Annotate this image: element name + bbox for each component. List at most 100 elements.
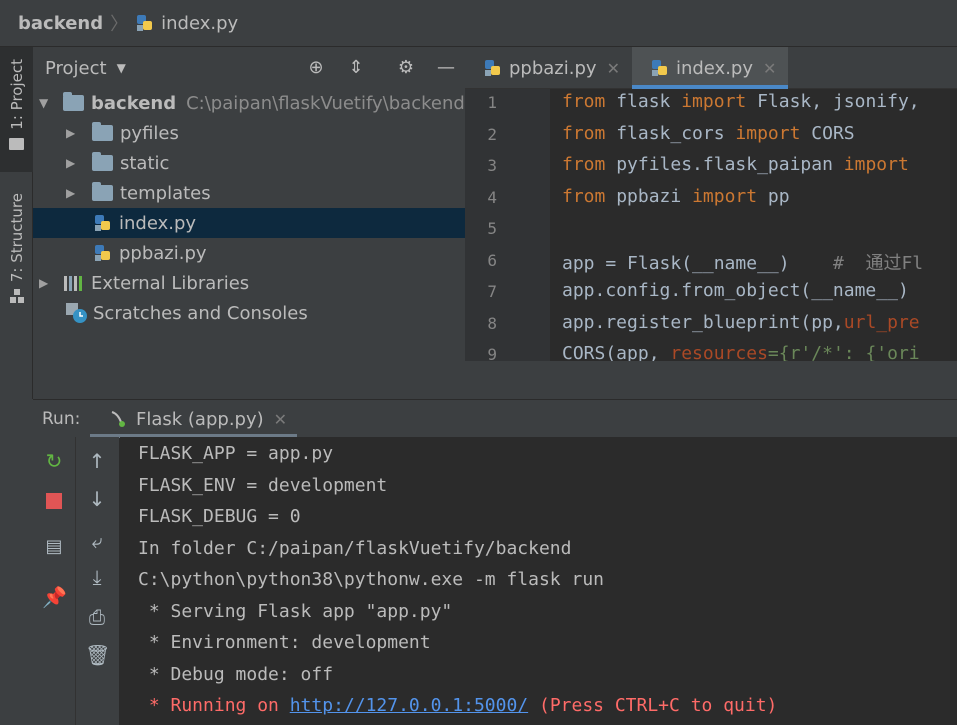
breadcrumb-root[interactable]: backend <box>18 13 103 34</box>
tree-item-scratches[interactable]: Scratches and Consoles <box>33 298 465 328</box>
print-icon[interactable]: ⎙ <box>85 605 109 629</box>
layout-icon[interactable]: ▤ <box>42 535 66 559</box>
run-label: Run: <box>42 408 81 429</box>
console-line: FLASK_DEBUG = 0 <box>138 506 301 527</box>
close-icon[interactable]: ✕ <box>274 410 287 429</box>
code-line: CORS(app, resources={r'/*': {'ori <box>562 343 920 361</box>
tree-item-index-py[interactable]: index.py <box>33 208 465 238</box>
gear-icon[interactable]: ⚙ <box>395 57 417 79</box>
tree-item-label: static <box>120 152 170 174</box>
python-file-icon <box>651 60 667 76</box>
code-line: from flask import Flask, jsonify, <box>562 91 920 112</box>
tree-item-backend[interactable]: ▼ backend C:\paipan\flaskVuetify\backend <box>33 88 465 118</box>
folder-icon <box>63 92 84 111</box>
line-number: 9 <box>487 345 497 361</box>
run-console-output[interactable]: FLASK_APP = app.py FLASK_ENV = developme… <box>120 437 957 725</box>
collapse-all-icon[interactable]: ⇕ <box>345 57 367 79</box>
project-tool-tab[interactable]: 1: Project <box>0 47 33 172</box>
line-number: 7 <box>487 282 497 301</box>
arrow-down-icon[interactable]: ↓ <box>85 487 109 511</box>
python-file-icon <box>485 60 500 76</box>
code-editor[interactable]: 1 2 3 4 5 6 7 8 9 from flask import Flas… <box>465 89 957 361</box>
run-tab-flask[interactable]: Flask (app.py) ✕ <box>90 400 297 438</box>
locate-icon[interactable]: ⊕ <box>305 57 327 79</box>
console-line-running: * Running on http://127.0.0.1:5000/ (Pre… <box>138 695 778 716</box>
tree-item-templates[interactable]: ▶ templates <box>33 178 465 208</box>
tree-item-label: backend <box>91 92 177 114</box>
tree-item-label: index.py <box>119 212 197 234</box>
console-line: * Serving Flask app "app.py" <box>138 601 453 622</box>
project-panel: Project ▼ ⊕ ⇕ ⚙ — ▼ backend C:\paipan\fl… <box>33 47 465 399</box>
folder-icon <box>92 182 113 201</box>
tree-item-external-libraries[interactable]: ▶ External Libraries <box>33 268 465 298</box>
python-file-icon <box>95 245 110 261</box>
run-tab-label: Flask (app.py) <box>136 408 264 430</box>
chevron-right-icon[interactable]: ▶ <box>66 126 78 140</box>
tab-ppbazi-py[interactable]: ppbazi.py ✕ <box>465 47 632 89</box>
project-tool-tab-label: 1: Project <box>7 59 26 130</box>
run-left-strip <box>0 399 33 725</box>
tree-item-pyfiles[interactable]: ▶ pyfiles <box>33 118 465 148</box>
line-number: 5 <box>487 219 497 238</box>
tree-item-static[interactable]: ▶ static <box>33 148 465 178</box>
close-icon[interactable]: ✕ <box>763 59 776 78</box>
console-line: FLASK_ENV = development <box>138 475 388 496</box>
line-number: 3 <box>487 156 497 175</box>
chevron-right-icon[interactable]: ▶ <box>66 156 78 170</box>
arrow-up-icon[interactable]: ↑ <box>85 449 109 473</box>
tab-label: index.py <box>675 57 754 79</box>
line-number: 1 <box>487 93 497 112</box>
line-number: 8 <box>487 314 497 333</box>
run-toolbar-secondary: ↑ ↓ ⤶ ⤓ ⎙ 🗑 <box>76 437 119 725</box>
tab-label: ppbazi.py <box>509 57 597 79</box>
folder-icon <box>9 137 24 150</box>
library-icon <box>64 276 82 291</box>
scratches-icon <box>66 303 87 323</box>
close-icon[interactable]: ✕ <box>607 59 620 78</box>
running-prefix: * Running on <box>138 695 290 716</box>
console-line: In folder C:/paipan/flaskVuetify/backend <box>138 538 572 559</box>
tree-item-label: ppbazi.py <box>119 242 207 264</box>
editor-tab-bar: ppbazi.py ✕ index.py ✕ <box>465 47 957 89</box>
chevron-down-icon[interactable]: ▼ <box>117 61 126 75</box>
soft-wrap-icon[interactable]: ⤶ <box>85 529 109 553</box>
structure-icon <box>9 289 24 304</box>
hide-icon[interactable]: — <box>435 57 457 79</box>
folder-icon <box>92 152 113 171</box>
tab-index-py[interactable]: index.py ✕ <box>631 47 789 89</box>
structure-tool-tab[interactable]: 7: Structure <box>0 187 33 317</box>
chevron-right-icon[interactable]: ▶ <box>39 276 51 290</box>
server-url-link[interactable]: http://127.0.0.1:5000/ <box>290 695 528 716</box>
folder-icon <box>92 122 113 141</box>
rerun-icon[interactable]: ↻ <box>42 449 66 473</box>
running-suffix: (Press CTRL+C to quit) <box>528 695 778 716</box>
code-line: app.register_blueprint(pp,url_pre <box>562 312 920 333</box>
pin-icon[interactable]: 📌 <box>42 585 67 609</box>
flask-run-icon <box>111 411 125 427</box>
project-panel-title[interactable]: Project <box>45 58 107 79</box>
console-line: * Debug mode: off <box>138 664 334 685</box>
python-file-icon <box>95 215 110 231</box>
trash-icon[interactable]: 🗑 <box>85 643 110 667</box>
structure-tool-tab-label: 7: Structure <box>7 193 26 283</box>
run-panel-header: Run: Flask (app.py) ✕ <box>33 399 957 438</box>
breadcrumb-separator: 〉 <box>110 14 129 35</box>
line-number: 6 <box>487 251 497 270</box>
breadcrumb-file[interactable]: index.py <box>161 13 238 34</box>
tree-item-path: C:\paipan\flaskVuetify\backend <box>186 92 465 114</box>
line-number: 2 <box>487 125 497 144</box>
chevron-down-icon[interactable]: ▼ <box>39 96 51 110</box>
scroll-to-end-icon[interactable]: ⤓ <box>85 565 109 589</box>
tree-item-ppbazi-py[interactable]: ppbazi.py <box>33 238 465 268</box>
code-line: from flask_cors import CORS <box>562 123 855 144</box>
chevron-right-icon[interactable]: ▶ <box>66 186 78 200</box>
console-line: C:\python\python38\pythonw.exe -m flask … <box>138 569 604 590</box>
stop-icon[interactable] <box>42 487 66 511</box>
line-number: 4 <box>487 188 497 207</box>
code-line: app = Flask(__name__) # 通过Fl <box>562 253 924 274</box>
code-line: app.config.from_object(__name__) <box>562 280 909 301</box>
tree-item-label: pyfiles <box>120 122 179 144</box>
console-line: * Environment: development <box>138 632 431 653</box>
editor-bottom-area <box>465 361 957 399</box>
breadcrumb: backend 〉 index.py <box>0 0 957 47</box>
